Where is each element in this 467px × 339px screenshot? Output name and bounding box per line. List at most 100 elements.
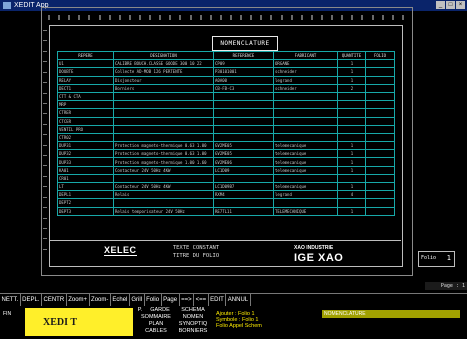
app-icon <box>3 2 11 9</box>
table-cell <box>365 206 395 216</box>
table-row: DUP31 Protection magneto-thermique 0.63 1… <box>57 141 395 151</box>
table-cell <box>213 124 274 134</box>
ruler-tick <box>219 15 222 20</box>
title-block-text: TEXTE CONSTANT TITRE DU FOLIO <box>160 244 232 260</box>
table-row: CTRER <box>57 108 395 118</box>
table-cell <box>365 149 395 159</box>
table-row: DEPL1 Relais RXM4 legrand 4 <box>57 190 395 200</box>
table-row: DUP32 Protection magneto-thermique 0.63 1… <box>57 149 395 159</box>
ruler-tick <box>43 40 47 42</box>
minimize-icon[interactable]: _ <box>436 1 445 9</box>
close-icon[interactable]: × <box>456 1 465 9</box>
ruler-tick <box>78 15 81 20</box>
table-cell: CP09 <box>213 59 274 69</box>
ruler-top <box>48 15 404 20</box>
ruler-tick <box>43 238 47 240</box>
table-cell <box>365 181 395 192</box>
ruler-tick <box>43 217 47 219</box>
menu-nomen[interactable]: NOMEN <box>176 314 210 321</box>
table-cell <box>113 173 214 184</box>
table-cell <box>365 198 395 208</box>
table-cell <box>213 91 274 102</box>
table-cell <box>113 100 214 110</box>
table-cell: DUP31 <box>57 141 114 151</box>
table-cell <box>273 132 338 143</box>
folio-number: 1 <box>446 254 451 262</box>
ruler-tick <box>240 15 243 20</box>
ruler-tick <box>250 15 253 20</box>
table-cell <box>213 173 274 184</box>
menu-cables[interactable]: CABLES <box>136 328 176 335</box>
table-cell <box>337 91 366 102</box>
table-cell: legrand <box>273 190 338 200</box>
table-cell: LT <box>57 181 114 192</box>
ruler-tick <box>43 71 47 73</box>
table-cell: telemecanique <box>273 149 338 159</box>
ruler-tick <box>43 207 47 209</box>
table-cell <box>113 116 214 126</box>
table-cell <box>337 132 366 143</box>
table-cell <box>337 108 366 118</box>
ruler-tick <box>341 15 344 20</box>
ruler-tick <box>43 186 47 188</box>
ruler-tick <box>43 102 47 104</box>
table-cell: DEPT2 <box>57 198 114 208</box>
table-row: VENTIL PRO <box>57 124 395 134</box>
ruler-tick <box>189 15 192 20</box>
menu-sommaire[interactable]: SOMMAIRE <box>136 314 176 321</box>
table-cell: 1 <box>337 149 366 159</box>
table-cell: CB-FB-C3 <box>213 83 274 93</box>
table-cell: Protection magneto-thermique 0.63 1.00 <box>113 149 214 159</box>
fin-button[interactable]: FIN <box>3 311 11 317</box>
ruler-tick <box>159 15 162 20</box>
ruler-tick <box>43 196 47 198</box>
table-row: DEPT3 Relais temporisateur 24V 50Hz RE7TL1… <box>57 206 395 216</box>
table-cell: GV2ME06 <box>213 157 274 167</box>
folio-menu: P. GARDE SCHEMA SOMMAIRE NOMEN PLAN SYNO… <box>136 307 216 339</box>
table-cell <box>365 116 395 126</box>
menu-p[interactable]: P. <box>136 307 144 314</box>
table-cell: CR01 <box>57 173 114 184</box>
table-cell <box>365 108 395 118</box>
table-cell: DOUBTE <box>57 67 114 77</box>
ruler-tick <box>361 15 364 20</box>
ruler-tick <box>43 92 47 94</box>
ruler-tick <box>270 15 273 20</box>
ruler-tick <box>391 15 394 20</box>
menu-plan[interactable]: PLAN <box>136 321 176 328</box>
menu-borniers[interactable]: BORNIERS <box>176 328 210 335</box>
ruler-tick <box>331 15 334 20</box>
table-cell: LC1D09 <box>213 165 274 175</box>
table-cell: telemecanique <box>273 165 338 175</box>
ruler-tick <box>280 15 283 20</box>
ruler-tick <box>351 15 354 20</box>
table-cell <box>365 190 395 200</box>
menu-schema[interactable]: SCHEMA <box>176 307 210 314</box>
table-row: RELAY Disjoncteur A0A00 legrand 1 <box>57 75 395 85</box>
table-cell: MRP <box>57 100 114 110</box>
table-cell <box>365 91 395 102</box>
table-cell: 2 <box>337 83 366 93</box>
ruler-tick <box>43 113 47 115</box>
table-cell <box>337 100 366 110</box>
table-cell <box>273 173 338 184</box>
menu-garde[interactable]: GARDE <box>144 307 176 314</box>
table-cell: schneider <box>273 67 338 77</box>
ruler-tick <box>43 61 47 63</box>
table-cell: 1 <box>337 165 366 175</box>
table-cell <box>337 124 366 134</box>
column-header: FABRICANT <box>273 50 338 61</box>
app-name-panel: XEDI T <box>25 308 133 336</box>
ruler-tick <box>43 228 47 230</box>
table-cell <box>365 173 395 184</box>
maximize-icon[interactable]: □ <box>446 1 455 9</box>
ruler-tick <box>310 15 313 20</box>
ruler-tick <box>381 15 384 20</box>
table-cell: CTRER <box>57 108 114 118</box>
table-cell: telemecanique <box>273 141 338 151</box>
column-header: REPERE <box>57 50 114 61</box>
table-cell: RE7TL11 <box>213 206 274 216</box>
menu-synoptiq[interactable]: SYNOPTIQ <box>176 321 210 328</box>
column-header: FOLIO <box>365 50 395 61</box>
table-row: KA01 Contacteur 24V 50Hz 4KW LC1D09 telemec… <box>57 165 395 175</box>
